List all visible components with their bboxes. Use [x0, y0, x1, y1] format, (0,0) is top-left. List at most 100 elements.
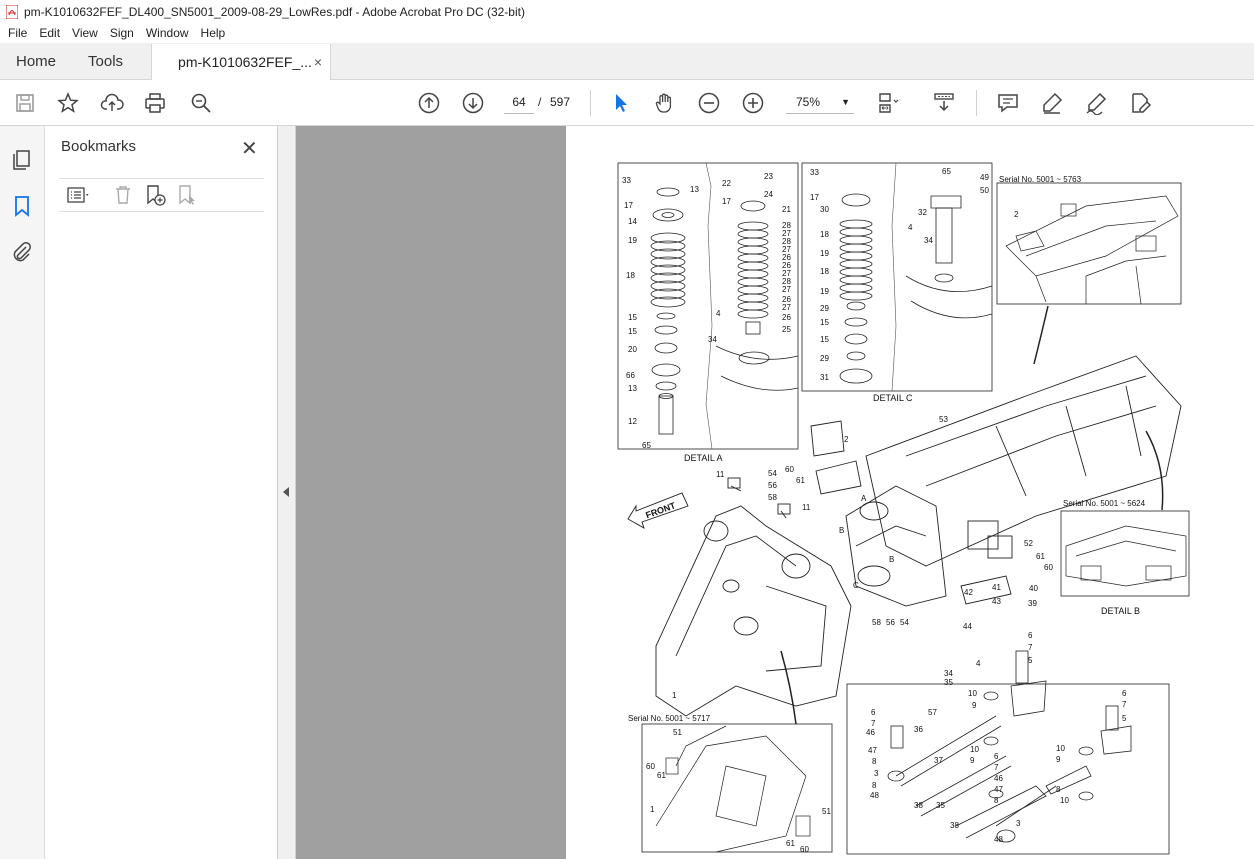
bookmarks-close-button[interactable]: ✕ [241, 136, 258, 161]
callout-number: A [861, 494, 867, 503]
bookmark-options-icon[interactable] [61, 183, 89, 207]
callout-number: 6 [871, 708, 876, 717]
sign-icon[interactable] [1084, 91, 1108, 116]
edit-pdf-icon[interactable] [1128, 91, 1152, 115]
callout-number: 37 [934, 756, 943, 765]
callout-number: 15 [628, 313, 637, 322]
menu-edit[interactable]: Edit [33, 26, 66, 40]
callout-number: 42 [964, 588, 973, 597]
menu-sign[interactable]: Sign [104, 26, 140, 40]
serial-5624-frame [1060, 510, 1190, 597]
callout-number: 29 [820, 354, 829, 363]
callout-number: 47 [868, 746, 877, 755]
callout-number: 10 [1060, 796, 1069, 805]
callout-number: 21 [782, 205, 791, 214]
callout-number: 8 [994, 796, 999, 805]
callout-number: 25 [782, 325, 791, 334]
pages-thumbnail-icon[interactable] [10, 148, 34, 172]
tab-home[interactable]: Home [0, 43, 72, 79]
zoom-level-select[interactable]: 75% ▼ [786, 90, 854, 114]
attachment-icon[interactable] [10, 240, 34, 264]
detail-b-label: DETAIL B [1101, 606, 1140, 616]
callout-number: 65 [642, 441, 651, 450]
callout-number: 5 [1028, 656, 1033, 665]
callout-number: 43 [992, 597, 1001, 606]
callout-number: 34 [708, 335, 717, 344]
callout-number: 54 [768, 469, 777, 478]
scroll-mode-icon[interactable] [932, 91, 956, 115]
callout-number: 3 [874, 769, 879, 778]
delete-bookmark-icon[interactable] [111, 183, 135, 207]
detail-a-label: DETAIL A [684, 453, 723, 463]
fit-page-icon[interactable] [876, 91, 900, 115]
callout-number: 7 [1122, 700, 1127, 709]
detail-b-parts [887, 650, 1132, 843]
callout-number: 40 [1029, 584, 1038, 593]
comment-icon[interactable] [996, 91, 1020, 115]
callout-number: 39 [1028, 599, 1037, 608]
callout-number: 8 [872, 757, 877, 766]
zoom-out-icon[interactable] [697, 91, 721, 115]
callout-number: 34 [944, 669, 953, 678]
callout-number: 61 [1036, 552, 1045, 561]
callout-number: 13 [690, 185, 699, 194]
callout-number: 18 [820, 230, 829, 239]
callout-number: 38 [950, 821, 959, 830]
detail-b-frame [846, 683, 1170, 855]
callout-number: 6 [994, 752, 999, 761]
collapse-arrow-icon[interactable] [283, 487, 289, 497]
callout-number: 9 [970, 756, 975, 765]
callout-number: 4 [716, 309, 721, 318]
callout-number: 27 [782, 303, 791, 312]
callout-number: 6 [1028, 631, 1033, 640]
callout-number: 41 [992, 583, 1001, 592]
callout-number: 1 [650, 805, 655, 814]
document-viewer[interactable]: FRONT DETAIL A DETAIL C DETAIL B Serial … [296, 126, 1254, 859]
bookmarks-title: Bookmarks [61, 138, 137, 155]
panel-splitter[interactable] [278, 126, 296, 859]
new-bookmark-icon[interactable] [143, 183, 167, 207]
menu-file[interactable]: File [2, 26, 33, 40]
menu-bar: File Edit View Sign Window Help [0, 23, 1254, 43]
callout-number: 60 [800, 845, 809, 854]
menu-help[interactable]: Help [195, 26, 232, 40]
callout-number: 35 [944, 678, 953, 687]
page-number-input[interactable]: 64 [504, 90, 534, 114]
zoom-search-icon[interactable] [189, 91, 213, 115]
print-icon[interactable] [143, 91, 167, 115]
callout-numbers: 33 13 17 14 19 18 15 15 20 66 13 12 65 2… [622, 167, 1127, 854]
hand-icon[interactable] [653, 91, 677, 115]
zoom-level-value: 75% [796, 95, 821, 109]
page-down-icon[interactable] [461, 91, 485, 115]
callout-number: 19 [628, 236, 637, 245]
detail-a-parts [650, 187, 686, 435]
page-up-icon[interactable] [417, 91, 441, 115]
callout-number: 10 [1056, 744, 1065, 753]
callout-number: 18 [626, 271, 635, 280]
callout-number: 15 [820, 335, 829, 344]
tab-close-button[interactable]: × [314, 54, 322, 70]
main-toolbar: 64 / 597 75% ▼ [0, 80, 1254, 126]
bookmark-from-selection-icon[interactable] [175, 183, 199, 207]
tab-document[interactable]: pm-K1010632FEF_... × [151, 44, 332, 80]
menu-view[interactable]: View [66, 26, 104, 40]
star-icon[interactable] [56, 91, 80, 115]
highlight-icon[interactable] [1040, 91, 1064, 115]
callout-number: 1 [672, 691, 677, 700]
callout-number: 14 [628, 217, 637, 226]
tab-bar: Home Tools pm-K1010632FEF_... × [0, 43, 1254, 80]
main-frame-art [810, 355, 1182, 607]
save-icon[interactable] [13, 91, 37, 115]
callout-number: 7 [1028, 643, 1033, 652]
select-cursor-icon[interactable] [609, 91, 633, 115]
callout-number: 35 [936, 801, 945, 810]
zoom-in-icon[interactable] [741, 91, 765, 115]
callout-number: 60 [646, 762, 655, 771]
tab-tools[interactable]: Tools [72, 43, 139, 79]
bookmark-panel-icon[interactable] [10, 194, 34, 218]
menu-window[interactable]: Window [140, 26, 195, 40]
upload-icon[interactable] [100, 91, 124, 115]
callout-number: B [889, 555, 894, 564]
callout-number: 10 [970, 745, 979, 754]
serial-5763-label: Serial No. 5001 ~ 5763 [999, 175, 1082, 184]
